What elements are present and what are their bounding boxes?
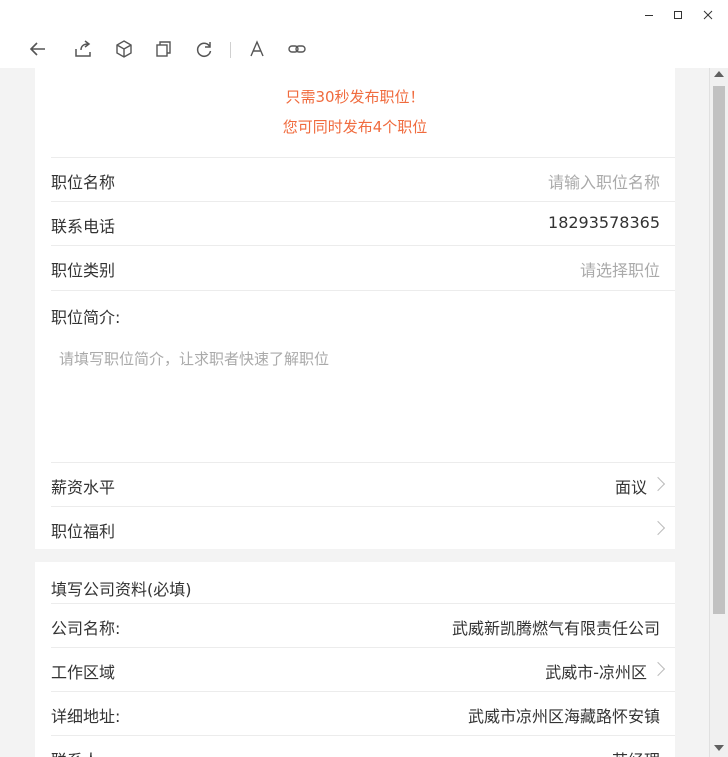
window-titlebar bbox=[0, 0, 728, 30]
scroll-up-arrow-icon[interactable] bbox=[714, 71, 724, 77]
job-name-input[interactable]: 请输入职位名称 bbox=[548, 169, 660, 193]
back-arrow-icon[interactable] bbox=[27, 38, 49, 60]
work-region-label: 工作区域 bbox=[51, 663, 116, 682]
job-category-row[interactable]: 职位类别 请选择职位 bbox=[51, 245, 675, 289]
job-intro-textarea[interactable]: 请填写职位简介，让求职者快速了解职位 bbox=[51, 336, 659, 446]
share-icon[interactable] bbox=[72, 38, 94, 60]
address-input[interactable]: 武威市凉州区海藏路怀安镇 bbox=[468, 703, 660, 727]
chevron-right-icon bbox=[650, 661, 666, 677]
publish-notice: 只需30秒发布职位！ 您可同时发布4个职位 bbox=[35, 82, 675, 142]
chevron-right-icon bbox=[650, 476, 666, 492]
contact-person-row[interactable]: 联系人: 苏经理 bbox=[51, 735, 675, 757]
company-name-input[interactable]: 武威新凯腾燃气有限责任公司 bbox=[452, 615, 660, 639]
contact-phone-label: 联系电话 bbox=[51, 217, 116, 236]
job-form-card: 只需30秒发布职位！ 您可同时发布4个职位 职位名称 请输入职位名称 联系电话 … bbox=[35, 68, 675, 549]
contact-person-input[interactable]: 苏经理 bbox=[612, 747, 660, 757]
address-label: 详细地址: bbox=[51, 707, 121, 726]
minimize-icon[interactable] bbox=[642, 8, 656, 22]
benefits-row[interactable]: 职位福利 bbox=[51, 506, 675, 550]
maximize-icon[interactable] bbox=[671, 8, 685, 22]
scroll-thumb[interactable] bbox=[713, 86, 725, 614]
salary-value[interactable]: 面议 bbox=[615, 474, 647, 498]
scroll-down-arrow-icon[interactable] bbox=[714, 745, 724, 751]
job-name-label: 职位名称 bbox=[51, 173, 116, 192]
company-section-title: 填写公司资料(必填) bbox=[51, 580, 192, 599]
font-size-icon[interactable] bbox=[246, 38, 268, 60]
refresh-icon[interactable] bbox=[193, 38, 215, 60]
work-region-row[interactable]: 工作区域 武威市-凉州区 bbox=[51, 647, 675, 691]
company-name-label: 公司名称: bbox=[51, 619, 121, 638]
job-name-row[interactable]: 职位名称 请输入职位名称 bbox=[51, 157, 675, 201]
benefits-label: 职位福利 bbox=[51, 522, 116, 541]
browser-toolbar bbox=[0, 30, 728, 69]
close-icon[interactable] bbox=[701, 8, 715, 22]
page-content: 只需30秒发布职位！ 您可同时发布4个职位 职位名称 请输入职位名称 联系电话 … bbox=[0, 68, 709, 757]
company-form-card: 填写公司资料(必填) 公司名称: 武威新凯腾燃气有限责任公司 工作区域 武威市-… bbox=[35, 562, 675, 757]
salary-label: 薪资水平 bbox=[51, 478, 116, 497]
work-region-value[interactable]: 武威市-凉州区 bbox=[545, 659, 647, 683]
link-icon[interactable] bbox=[286, 38, 308, 60]
copy-window-icon[interactable] bbox=[153, 38, 175, 60]
contact-phone-input[interactable]: 18293578365 bbox=[548, 213, 660, 232]
cube-icon[interactable] bbox=[113, 38, 135, 60]
notice-line-2: 您可同时发布4个职位 bbox=[282, 118, 428, 136]
job-intro-label: 职位简介: bbox=[51, 308, 121, 327]
job-category-select[interactable]: 请选择职位 bbox=[580, 257, 660, 281]
address-row[interactable]: 详细地址: 武威市凉州区海藏路怀安镇 bbox=[51, 691, 675, 735]
toolbar-separator bbox=[230, 42, 231, 58]
contact-phone-row[interactable]: 联系电话 18293578365 bbox=[51, 201, 675, 245]
vertical-scrollbar[interactable] bbox=[709, 68, 728, 757]
company-name-row[interactable]: 公司名称: 武威新凯腾燃气有限责任公司 bbox=[51, 603, 675, 647]
salary-row[interactable]: 薪资水平 面议 bbox=[51, 462, 675, 506]
chevron-right-icon bbox=[650, 520, 666, 536]
notice-line-1: 只需30秒发布职位！ bbox=[285, 88, 425, 106]
contact-person-label: 联系人: bbox=[51, 747, 104, 757]
job-category-label: 职位类别 bbox=[51, 261, 116, 280]
